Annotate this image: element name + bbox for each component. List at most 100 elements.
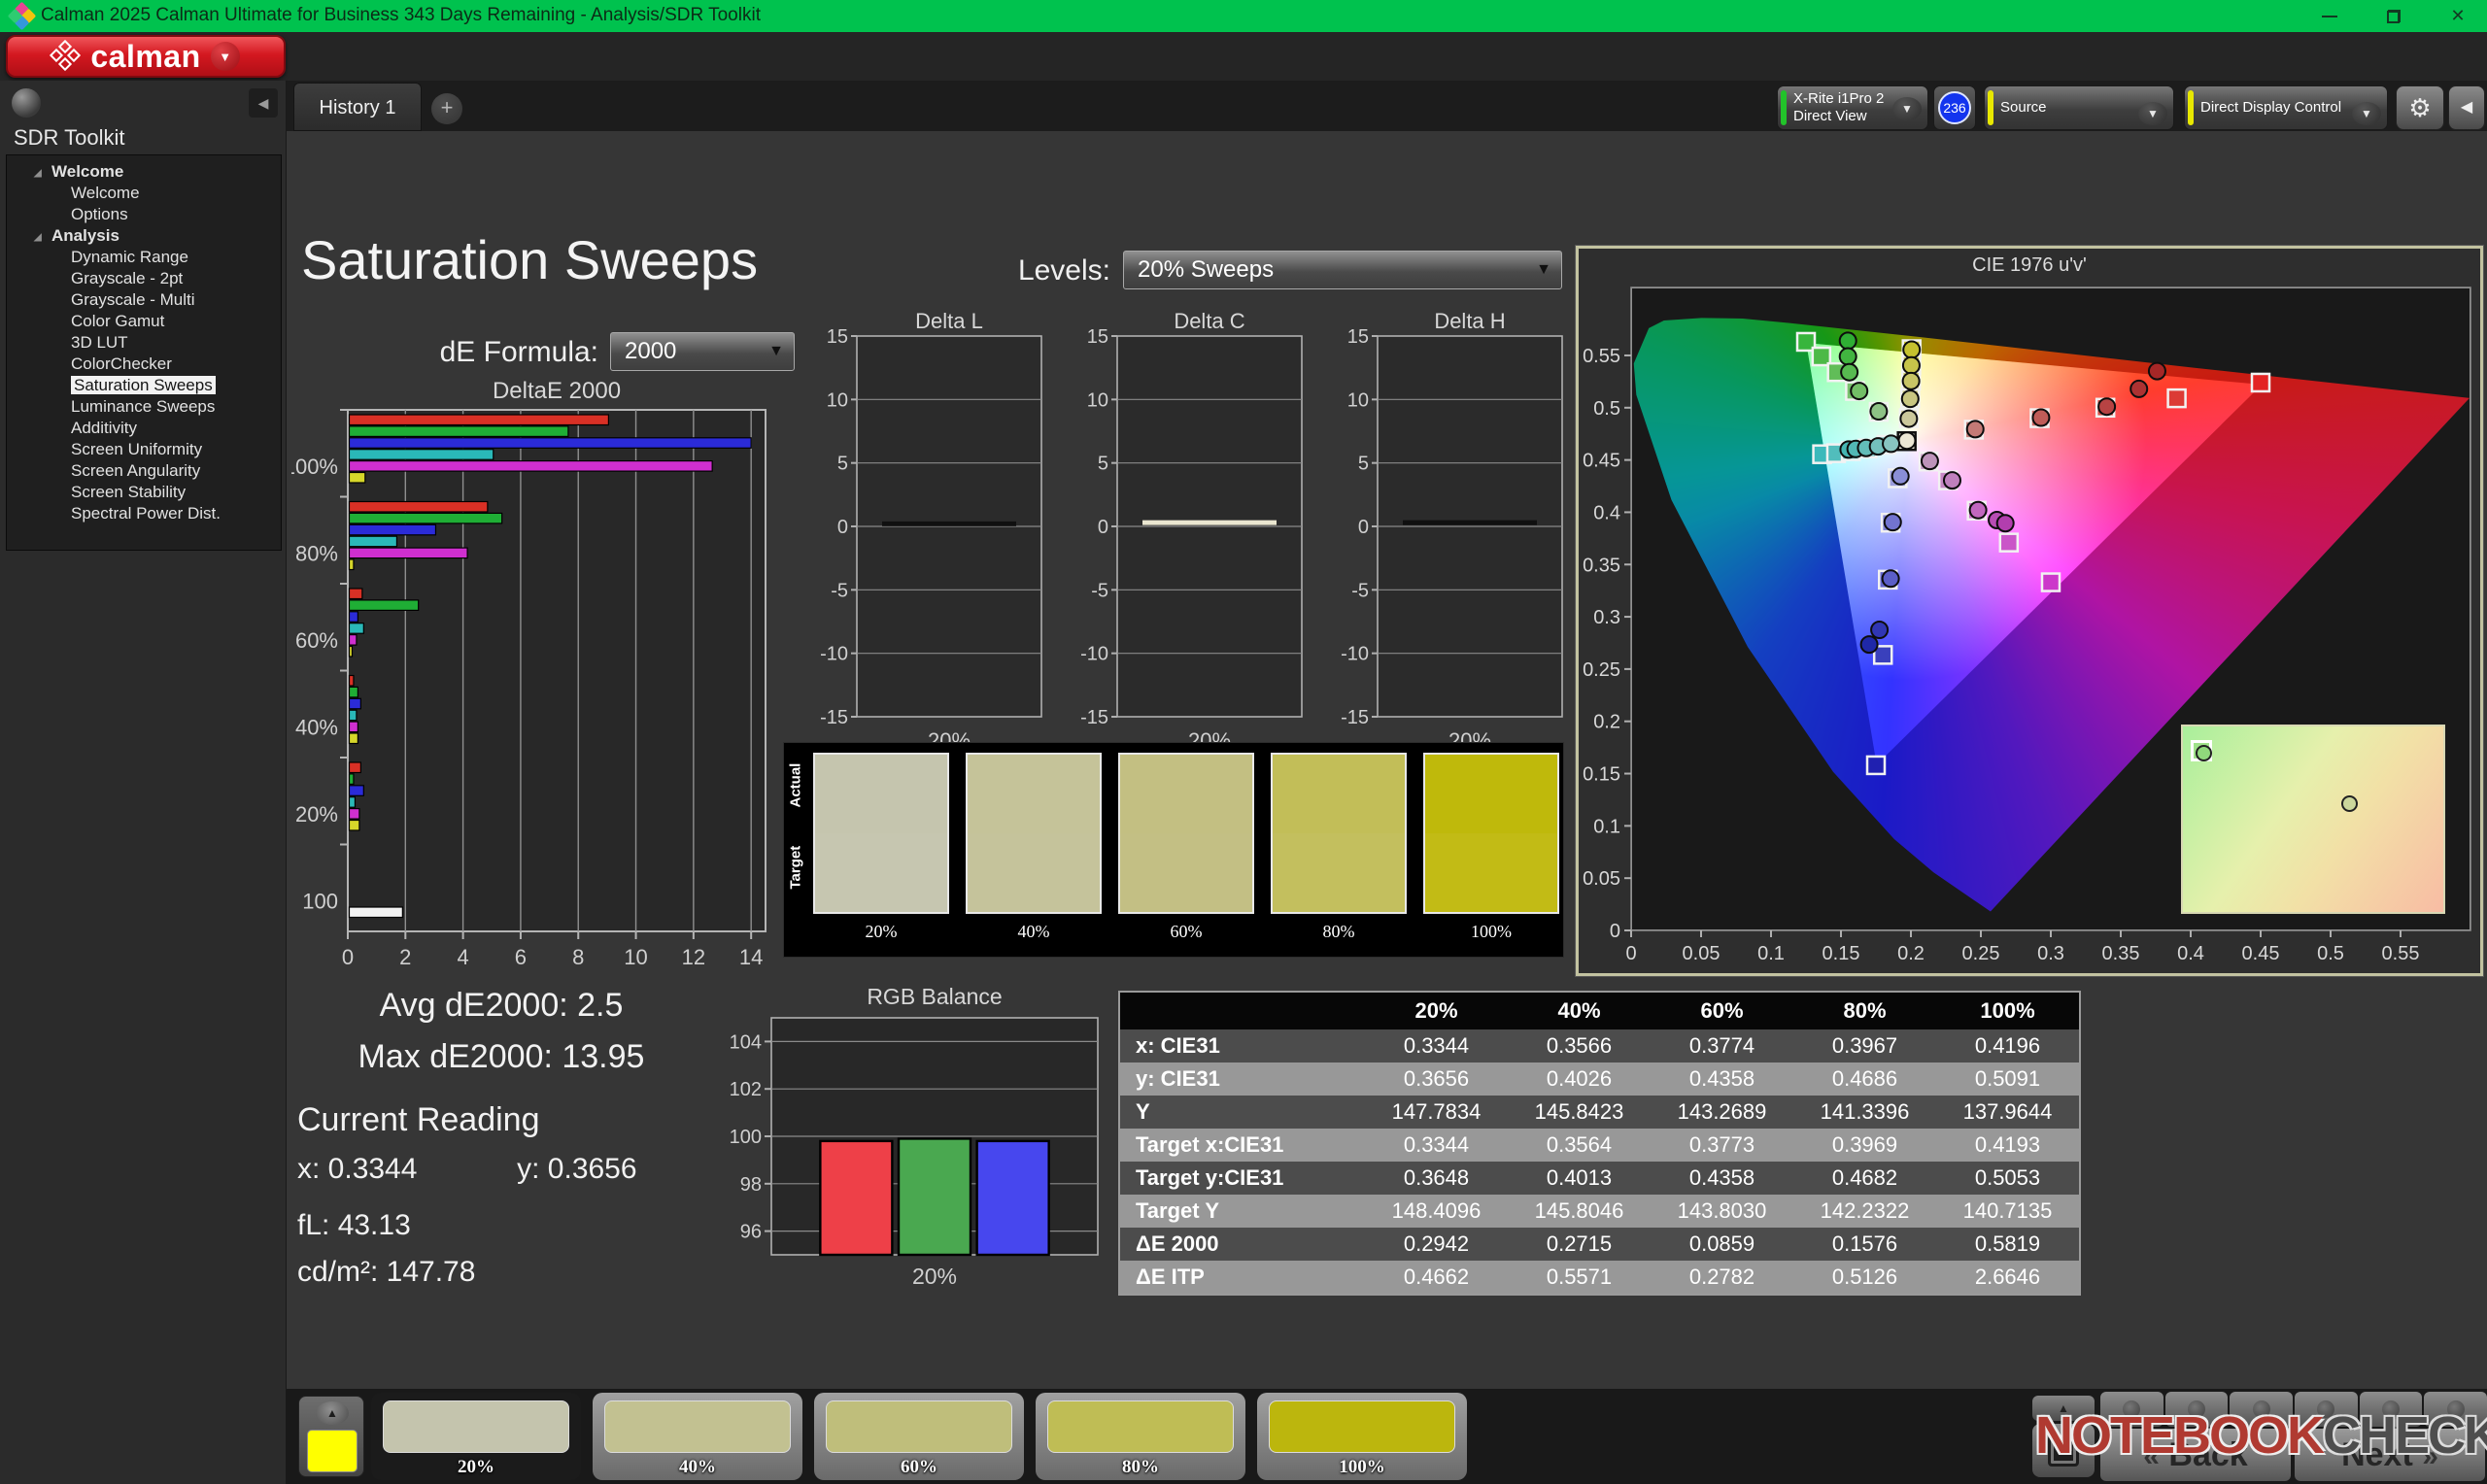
table-cell: 0.3773 [1651,1129,1793,1162]
table-cell: 0.5571 [1508,1261,1651,1294]
svg-text:96: 96 [740,1222,762,1243]
current-cdm2: cd/m²: 147.78 [297,1256,705,1289]
svg-text:10: 10 [827,389,848,411]
level-swatch-button-40%[interactable]: 40% [593,1393,802,1480]
pattern-up-button[interactable]: ▲ [2032,1396,2095,1421]
tab-strip: History 1 + X-Rite i1Pro 2 Direct View ▼… [287,81,2487,131]
minimize-button[interactable] [2300,0,2359,32]
action-button-2[interactable] [2165,1392,2229,1427]
source-dropdown[interactable]: Source ▼ [1984,85,2174,130]
actual-swatch [1120,755,1252,833]
levels-select[interactable]: 20% Sweeps ▼ [1123,251,1562,289]
sidebar-section-welcome[interactable]: ◢Welcome [7,161,281,183]
sidebar-item-additivity[interactable]: Additivity [7,418,281,439]
meter-dropdown[interactable]: X-Rite i1Pro 2 Direct View ▼ [1777,85,1928,130]
table-cell: 148.4096 [1365,1195,1508,1228]
pattern-window-button[interactable]: ▲ [298,1396,364,1477]
sidebar-item-grayscale-multi[interactable]: Grayscale - Multi [7,289,281,311]
sidebar-item-screen-angularity[interactable]: Screen Angularity [7,460,281,482]
sidebar-item-screen-stability[interactable]: Screen Stability [7,482,281,503]
table-column-header: 20% [1365,993,1508,1029]
action-button-4[interactable] [2295,1392,2358,1427]
level-swatch-button-80%[interactable]: 80% [1036,1393,1245,1480]
action-button-3[interactable] [2230,1392,2293,1427]
table-cell: 140.7135 [1936,1195,2079,1228]
sidebar-collapse-button[interactable]: ◀ [249,88,278,118]
table-cell: 145.8046 [1508,1195,1651,1228]
sidebar-section-analysis[interactable]: ◢Analysis [7,225,281,247]
table-header-row: 20%40%60%80%100% [1120,993,2079,1029]
display-control-dropdown[interactable]: Direct Display Control ▼ [2184,85,2388,130]
svg-text:0: 0 [837,517,848,538]
sidebar-item-color-gamut[interactable]: Color Gamut [7,311,281,332]
level-swatch-button-60%[interactable]: 60% [814,1393,1024,1480]
sidebar-options-button[interactable] [12,88,41,118]
de-formula-select[interactable]: 2000 ▼ [610,332,795,371]
level-swatch-button-20%[interactable]: 20% [371,1393,581,1480]
svg-text:10: 10 [1347,389,1369,411]
svg-text:0.35: 0.35 [1583,555,1620,576]
chevron-left-icon: ◀ [2461,99,2472,116]
calman-menu-caret: ▼ [211,42,240,71]
current-y: y: 0.3656 [517,1153,636,1185]
svg-text:104: 104 [730,1031,762,1053]
svg-text:0.2: 0.2 [1593,712,1620,733]
back-button[interactable]: « Back [2100,1429,2291,1481]
settings-button[interactable]: ⚙ [2396,85,2444,130]
main-content: Saturation Sweeps Levels: 20% Sweeps ▼ d… [287,131,2487,1389]
table-cell: 143.8030 [1651,1195,1793,1228]
panel-collapse-button[interactable]: ◀ [2448,85,2485,130]
table-cell: 0.5091 [1936,1062,2079,1096]
meter-count-button[interactable]: 236 [1933,85,1976,130]
sidebar-item-screen-uniformity[interactable]: Screen Uniformity [7,439,281,460]
swatch-compare-40% [966,753,1102,914]
table-cell: 141.3396 [1793,1096,1936,1129]
window-icon [2048,1435,2079,1467]
actual-swatch [815,755,947,833]
table-column-header: 40% [1508,993,1651,1029]
add-tab-button[interactable]: + [431,93,462,124]
svg-text:15: 15 [1087,326,1108,348]
avg-de2000: Avg dE2000: 2.5 [297,987,705,1025]
action-button-1[interactable] [2100,1392,2163,1427]
swatch-label: 100% [1423,922,1559,942]
calman-menu-button[interactable]: calman ▼ [6,35,286,78]
sidebar-item-3d-lut[interactable]: 3D LUT [7,332,281,354]
target-swatch [1120,833,1252,912]
page-title: Saturation Sweeps [301,228,758,291]
sidebar-item-dynamic-range[interactable]: Dynamic Range [7,247,281,268]
table-cell: 0.4662 [1365,1261,1508,1294]
svg-text:5: 5 [1358,454,1369,475]
sidebar-item-saturation-sweeps[interactable]: Saturation Sweeps [7,375,281,396]
action-button-5[interactable] [2360,1392,2423,1427]
delta-h-chart: Delta H151050-5-10-1520% [1333,313,1576,759]
table-row: Target y:CIE310.36480.40130.43580.46820.… [1120,1162,2079,1195]
workflow-title: SDR Toolkit [14,125,125,151]
tab-history-1[interactable]: History 1 [293,83,422,131]
max-de2000: Max dE2000: 13.95 [297,1038,705,1076]
pattern-window-toggle-button[interactable] [2032,1424,2095,1477]
back-label: Back [2168,1436,2247,1473]
level-swatch-button-100%[interactable]: 100% [1257,1393,1467,1480]
sidebar-item-luminance-sweeps[interactable]: Luminance Sweeps [7,396,281,418]
sidebar-item-spectral-power-dist-[interactable]: Spectral Power Dist. [7,503,281,524]
action-button-6[interactable] [2424,1392,2487,1427]
table-cell: 147.7834 [1365,1096,1508,1129]
sidebar-item-options[interactable]: Options [7,204,281,225]
sidebar-item-grayscale-2pt[interactable]: Grayscale - 2pt [7,268,281,289]
close-button[interactable]: ✕ [2429,0,2487,32]
restore-button[interactable] [2365,0,2423,32]
svg-text:-5: -5 [1091,580,1108,601]
next-button[interactable]: Next » [2295,1429,2485,1481]
swatch-compare-100% [1423,753,1559,914]
svg-text:0.15: 0.15 [1823,943,1860,964]
delta-c-chart: Delta C151050-5-10-1520% [1073,313,1315,759]
window-title: Calman 2025 Calman Ultimate for Business… [41,5,761,26]
sidebar-item-colorchecker[interactable]: ColorChecker [7,354,281,375]
sidebar-item-welcome[interactable]: Welcome [7,183,281,204]
source-caret-icon: ▼ [2138,102,2167,125]
rgb-balance-chart: RGB Balance969810010210420% [721,985,1109,1292]
table-cell: 0.5126 [1793,1261,1936,1294]
svg-text:Delta H: Delta H [1434,313,1505,333]
meter-caret-icon: ▼ [1892,97,1922,120]
